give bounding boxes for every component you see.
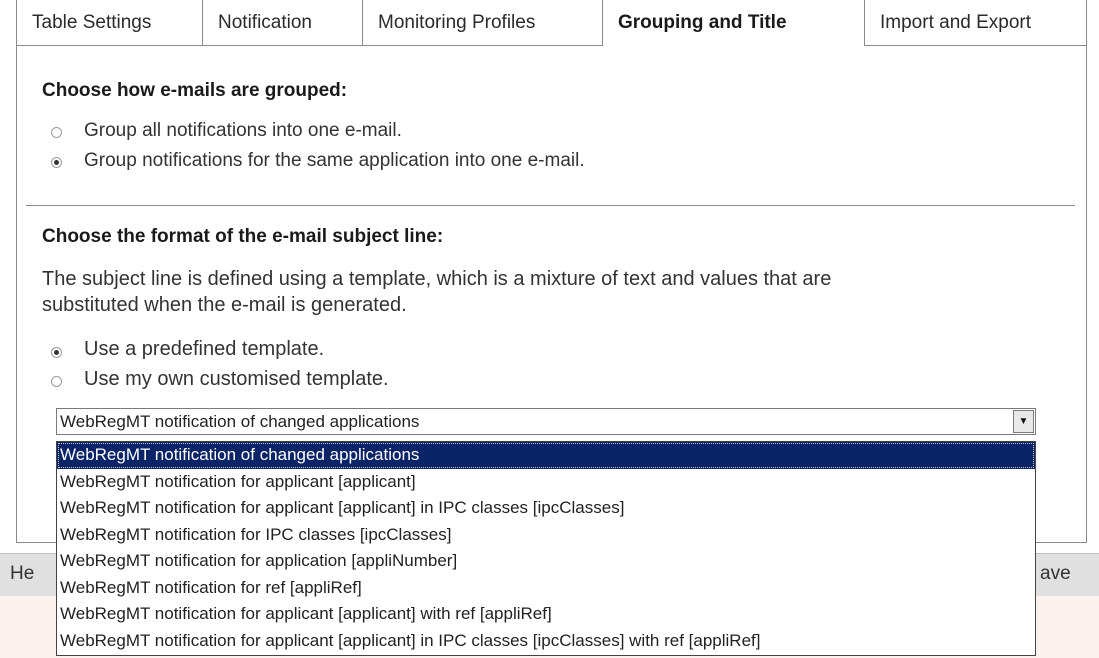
- dropdown-option[interactable]: WebRegMT notification for ref [appliRef]: [57, 575, 1035, 602]
- tab-grouping-and-title[interactable]: Grouping and Title: [603, 0, 865, 46]
- predefined-template-label: Use a predefined template.: [84, 338, 325, 360]
- dropdown-option[interactable]: WebRegMT notification for applicant [app…: [57, 469, 1035, 496]
- tab-import-and-export[interactable]: Import and Export: [865, 0, 1087, 46]
- subject-description-line2: substituted when the e-mail is generated…: [42, 294, 407, 316]
- help-button[interactable]: He: [10, 553, 34, 595]
- subject-description-line1: The subject line is defined using a temp…: [42, 268, 832, 290]
- subject-heading: Choose the format of the e-mail subject …: [42, 226, 444, 247]
- predefined-template-radio[interactable]: [51, 347, 62, 358]
- custom-template-label: Use my own customised template.: [84, 368, 389, 390]
- chevron-down-icon[interactable]: ▼: [1013, 410, 1034, 433]
- dropdown-option[interactable]: WebRegMT notification for applicant [app…: [57, 601, 1035, 628]
- tab-notification[interactable]: Notification: [203, 0, 363, 46]
- section-divider: [26, 205, 1075, 206]
- save-button[interactable]: ave: [1040, 553, 1071, 595]
- group-all-label: Group all notifications into one e-mail.: [84, 120, 402, 141]
- dropdown-option[interactable]: WebRegMT notification for IPC classes [i…: [57, 522, 1035, 549]
- template-select-value: WebRegMT notification of changed applica…: [60, 412, 420, 431]
- grouping-heading: Choose how e-mails are grouped:: [42, 80, 348, 101]
- group-all-radio[interactable]: [51, 127, 62, 138]
- tab-bar: Table Settings Notification Monitoring P…: [16, 0, 1087, 46]
- template-select[interactable]: WebRegMT notification of changed applica…: [56, 408, 1036, 435]
- tab-monitoring-profiles[interactable]: Monitoring Profiles: [363, 0, 603, 46]
- tab-table-settings[interactable]: Table Settings: [16, 0, 203, 46]
- custom-template-radio[interactable]: [51, 376, 62, 387]
- group-same-application-label: Group notifications for the same applica…: [84, 150, 585, 171]
- dropdown-option[interactable]: WebRegMT notification of changed applica…: [57, 442, 1035, 469]
- dropdown-option[interactable]: WebRegMT notification for applicant [app…: [57, 495, 1035, 522]
- template-dropdown-list: WebRegMT notification of changed applica…: [56, 441, 1036, 656]
- dropdown-option[interactable]: WebRegMT notification for application [a…: [57, 548, 1035, 575]
- group-same-application-radio[interactable]: [51, 157, 62, 168]
- dropdown-option[interactable]: WebRegMT notification for applicant [app…: [57, 628, 1035, 655]
